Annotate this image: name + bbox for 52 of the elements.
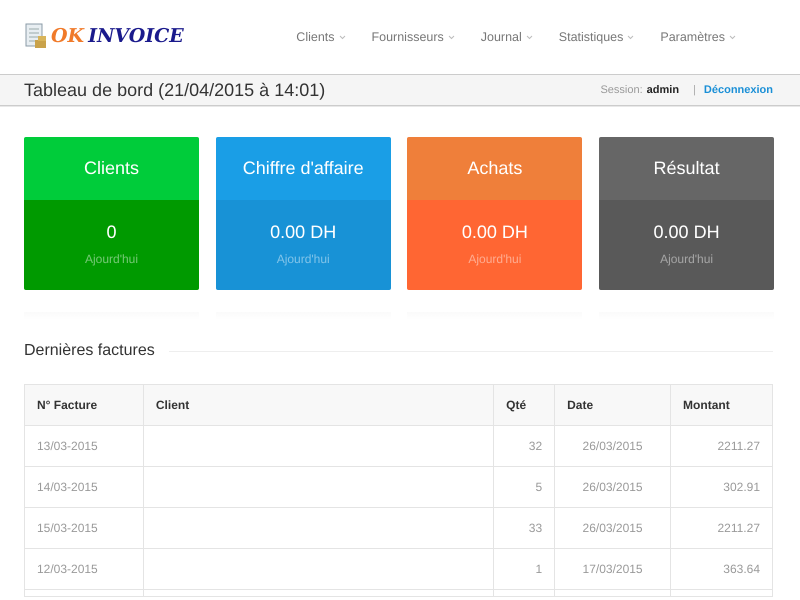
table-cell: 26/03/2015 <box>554 466 671 508</box>
page-title: Tableau de bord (21/04/2015 à 14:01) <box>24 80 326 100</box>
user-name: admin <box>646 84 680 96</box>
table-cell: 1 <box>494 548 555 590</box>
card-caption: Ajourd'hui <box>468 252 522 266</box>
nav-menu-item[interactable]: Clients <box>282 30 358 44</box>
table-cell: 302.91 <box>670 466 772 508</box>
card-header: Résultat <box>599 137 774 200</box>
nav-menu-item[interactable]: Fournisseurs <box>358 30 467 44</box>
caret-icon <box>729 34 736 40</box>
table-cell: 2211.27 <box>670 508 772 548</box>
table-cell: 17/03/2015 <box>554 548 671 590</box>
card-value: 0.00 DH <box>462 222 528 243</box>
table-cell: 14/03-2015 <box>24 466 144 508</box>
card-caption: Ajourd'hui <box>85 252 138 266</box>
table-cell: 2211.27 <box>670 426 772 466</box>
nav-menu-item[interactable]: Statistiques <box>544 30 646 44</box>
section-title: Dernières factures <box>24 342 155 360</box>
caret-icon <box>448 34 455 40</box>
separator: | <box>693 84 696 96</box>
card-value: 0.00 DH <box>654 222 720 243</box>
table-cell: 13/03-2015 <box>24 426 144 466</box>
column-header: Client <box>143 384 494 426</box>
card-header: Achats <box>407 137 582 200</box>
card-caption: Ajourd'hui <box>276 252 330 266</box>
table-cell: 12/03-2015 <box>24 548 144 590</box>
table-cell: 32 <box>494 426 555 466</box>
table-cell: 363.64 <box>670 548 772 590</box>
table-cell: 15/03-2015 <box>24 508 144 548</box>
card-header: Chiffre d'affaire <box>216 137 391 200</box>
card-value: 0 <box>106 222 116 243</box>
table-cell: 26/03/2015 <box>554 508 671 548</box>
table-cell: 5 <box>494 466 555 508</box>
nav-menu-item[interactable]: Paramètres <box>646 30 748 44</box>
logo-text: OK <box>51 25 84 47</box>
table-cell: 33 <box>494 508 555 548</box>
table-cell: 26/03/2015 <box>554 426 671 466</box>
caret-icon <box>526 34 533 40</box>
logout-link[interactable]: Déconnexion <box>704 84 773 96</box>
session-label: Session: <box>600 84 643 96</box>
column-header: N° Facture <box>24 384 144 426</box>
card-caption: Ajourd'hui <box>660 252 714 266</box>
card-value: 0.00 DH <box>270 222 336 243</box>
column-header: Date <box>554 384 671 426</box>
column-header: Montant <box>670 384 772 426</box>
column-header: Qté <box>494 384 555 426</box>
logo-text: INVOICE <box>88 25 184 47</box>
caret-icon <box>338 34 346 40</box>
card-header: Clients <box>24 137 199 200</box>
caret-icon <box>627 34 634 40</box>
invoice-logo-icon <box>25 23 47 49</box>
nav-menu-item[interactable]: Journal <box>466 30 545 44</box>
